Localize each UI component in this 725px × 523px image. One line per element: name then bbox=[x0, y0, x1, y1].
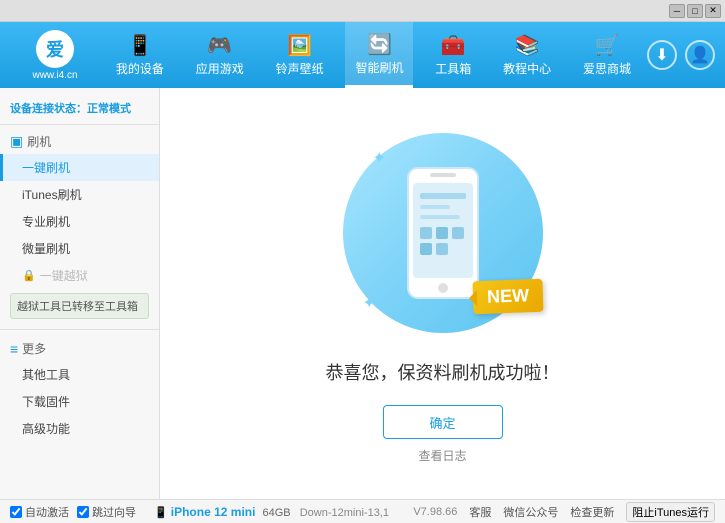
nav-item-ringtones[interactable]: 🖼️ 铃声壁纸 bbox=[266, 22, 334, 88]
nav-item-mall-label: 爱思商城 bbox=[583, 60, 631, 77]
sidebar-notice: 越狱工具已转移至工具箱 bbox=[10, 293, 149, 319]
sidebar-section-more: ≡ 更多 bbox=[0, 336, 159, 361]
device-storage: 64GB bbox=[263, 507, 291, 519]
status-value: 正常模式 bbox=[87, 103, 131, 115]
toolbox-icon: 🧰 bbox=[441, 33, 466, 58]
skip-wizard-input[interactable] bbox=[77, 506, 89, 518]
device-name: iPhone 12 mini bbox=[171, 505, 256, 519]
nav-items: 📱 我的设备 🎮 应用游戏 🖼️ 铃声壁纸 🔄 智能刷机 🧰 工具箱 📚 教程中… bbox=[100, 22, 647, 88]
sidebar-section-flash-label: 刷机 bbox=[27, 133, 51, 150]
logo-area: 爱 www.i4.cn bbox=[10, 30, 100, 81]
stop-itunes-btn[interactable]: 阻止iTunes运行 bbox=[626, 502, 715, 522]
sidebar: 设备连接状态：正常模式 ▣ 刷机 一键刷机 iTunes刷机 专业刷机 微量刷机… bbox=[0, 88, 160, 499]
bottom-bar: 自动激活 跳过向导 📱 iPhone 12 mini 64GB Down-12m… bbox=[0, 499, 725, 523]
more-section-icon: ≡ bbox=[10, 341, 18, 357]
customer-service-link[interactable]: 客服 bbox=[469, 504, 491, 520]
nav-item-my-device[interactable]: 📱 我的设备 bbox=[106, 22, 174, 88]
top-nav: 爱 www.i4.cn 📱 我的设备 🎮 应用游戏 🖼️ 铃声壁纸 🔄 智能刷机… bbox=[0, 22, 725, 88]
logo-text: www.i4.cn bbox=[32, 70, 77, 81]
sparkle-1: ✦ bbox=[373, 148, 386, 168]
sidebar-status: 设备连接状态：正常模式 bbox=[0, 96, 159, 125]
new-badge: NEW bbox=[472, 279, 543, 314]
content-area: ✦ ✦ ✦ NEW 恭喜您，保资料刷机成功啦！ 确定 查看日志 bbox=[160, 88, 725, 499]
title-bar: ─ □ ✕ bbox=[0, 0, 725, 22]
apps-games-icon: 🎮 bbox=[207, 33, 232, 58]
skip-wizard-checkbox[interactable]: 跳过向导 bbox=[77, 504, 136, 520]
status-label: 设备连接状态： bbox=[10, 103, 87, 115]
my-device-icon: 📱 bbox=[127, 33, 152, 58]
sidebar-item-download-firmware[interactable]: 下载固件 bbox=[0, 388, 159, 415]
nav-item-tutorials[interactable]: 📚 教程中心 bbox=[493, 22, 561, 88]
secondary-link[interactable]: 查看日志 bbox=[418, 447, 466, 464]
sidebar-section-flash: ▣ 刷机 bbox=[0, 129, 159, 154]
close-btn[interactable]: ✕ bbox=[705, 4, 721, 18]
bottom-left: 自动激活 跳过向导 📱 iPhone 12 mini 64GB Down-12m… bbox=[10, 504, 413, 520]
success-text: 恭喜您，保资料刷机成功啦！ bbox=[326, 359, 560, 385]
nav-item-my-device-label: 我的设备 bbox=[116, 60, 164, 77]
sidebar-locked-jailbreak: 🔒 一键越狱 bbox=[0, 262, 159, 289]
auto-connect-checkbox[interactable]: 自动激活 bbox=[10, 504, 69, 520]
nav-item-ringtones-label: 铃声壁纸 bbox=[276, 60, 324, 77]
ringtones-icon: 🖼️ bbox=[287, 33, 312, 58]
sidebar-item-advanced[interactable]: 高级功能 bbox=[0, 415, 159, 442]
logo-icon: 爱 bbox=[36, 30, 74, 68]
version-text: V7.98.66 bbox=[413, 506, 457, 518]
wechat-link[interactable]: 微信公众号 bbox=[503, 504, 558, 520]
sidebar-item-one-click-flash[interactable]: 一键刷机 bbox=[0, 154, 159, 181]
mall-icon: 🛒 bbox=[595, 33, 620, 58]
sidebar-item-itunes-flash[interactable]: iTunes刷机 bbox=[0, 181, 159, 208]
download-btn[interactable]: ⬇ bbox=[647, 40, 677, 70]
device-model: Down-12mini-13,1 bbox=[300, 507, 389, 519]
check-update-link[interactable]: 检查更新 bbox=[570, 504, 614, 520]
nav-item-smart-flash[interactable]: 🔄 智能刷机 bbox=[345, 22, 413, 88]
confirm-button[interactable]: 确定 bbox=[383, 405, 503, 439]
flash-section-icon: ▣ bbox=[10, 133, 23, 150]
device-info: 📱 iPhone 12 mini 64GB Down-12mini-13,1 bbox=[154, 505, 389, 519]
sidebar-item-pro-flash[interactable]: 专业刷机 bbox=[0, 208, 159, 235]
sparkle-3: ✦ bbox=[363, 293, 376, 313]
auto-connect-label: 自动激活 bbox=[25, 504, 69, 520]
user-btn[interactable]: 👤 bbox=[685, 40, 715, 70]
nav-item-apps-games-label: 应用游戏 bbox=[196, 60, 244, 77]
bottom-right: V7.98.66 客服 微信公众号 检查更新 阻止iTunes运行 bbox=[413, 502, 715, 522]
nav-item-smart-flash-label: 智能刷机 bbox=[355, 59, 403, 76]
sidebar-item-other-tools[interactable]: 其他工具 bbox=[0, 361, 159, 388]
sidebar-divider bbox=[0, 329, 159, 330]
nav-item-apps-games[interactable]: 🎮 应用游戏 bbox=[186, 22, 254, 88]
main-area: 设备连接状态：正常模式 ▣ 刷机 一键刷机 iTunes刷机 专业刷机 微量刷机… bbox=[0, 88, 725, 499]
smart-flash-icon: 🔄 bbox=[367, 32, 392, 57]
lock-icon: 🔒 bbox=[22, 269, 36, 282]
sidebar-section-more-label: 更多 bbox=[22, 340, 46, 357]
nav-item-tutorials-label: 教程中心 bbox=[503, 60, 551, 77]
nav-item-toolbox[interactable]: 🧰 工具箱 bbox=[425, 22, 481, 88]
nav-item-toolbox-label: 工具箱 bbox=[435, 60, 471, 77]
sparkle-2: ✦ bbox=[504, 158, 517, 178]
sidebar-item-free-flash[interactable]: 微量刷机 bbox=[0, 235, 159, 262]
itunes-status: 阻止iTunes运行 bbox=[626, 502, 715, 522]
skip-wizard-label: 跳过向导 bbox=[92, 504, 136, 520]
device-icon: 📱 bbox=[154, 507, 171, 519]
auto-connect-input[interactable] bbox=[10, 506, 22, 518]
minimize-btn[interactable]: ─ bbox=[669, 4, 685, 18]
tutorials-icon: 📚 bbox=[515, 33, 540, 58]
maximize-btn[interactable]: □ bbox=[687, 4, 703, 18]
nav-right: ⬇ 👤 bbox=[647, 40, 715, 70]
nav-item-mall[interactable]: 🛒 爱思商城 bbox=[573, 22, 641, 88]
phone-illustration: ✦ ✦ ✦ NEW bbox=[333, 123, 553, 343]
